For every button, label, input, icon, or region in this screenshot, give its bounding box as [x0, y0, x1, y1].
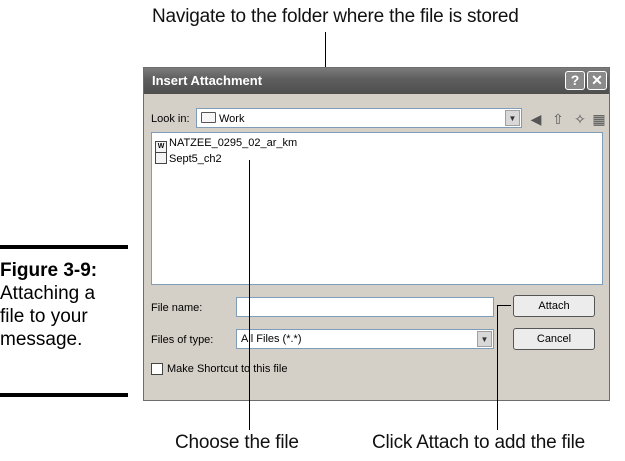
file-name-field[interactable]	[236, 297, 494, 317]
look-in-value: Work	[201, 112, 244, 125]
look-in-folder-name: Work	[219, 113, 245, 125]
insert-attachment-dialog: Insert Attachment ? ✕ Look in: Work ▼ ◀ …	[143, 67, 610, 401]
shortcut-checkbox-label: Make Shortcut to this file	[167, 363, 288, 375]
callout-attach: Click Attach to add the file	[372, 432, 586, 453]
caption-rule-bottom	[0, 393, 128, 397]
back-icon[interactable]: ◀	[526, 109, 546, 129]
dialog-title: Insert Attachment	[152, 73, 263, 88]
leader-line-choose-file	[249, 160, 250, 430]
leader-line-attach	[497, 305, 498, 430]
figure-number: Figure 3-9:	[0, 260, 98, 281]
list-item[interactable]: W NATZEE_0295_02_ar_km	[155, 137, 297, 153]
file-name-label: File name:	[151, 302, 203, 314]
cancel-button[interactable]: Cancel	[513, 328, 595, 350]
shortcut-checkbox[interactable]	[151, 363, 163, 375]
help-button[interactable]: ?	[565, 71, 585, 90]
title-bar: Insert Attachment ? ✕	[144, 68, 609, 94]
up-folder-icon[interactable]: ⇧	[548, 109, 568, 129]
new-folder-icon[interactable]: ✧	[570, 109, 590, 129]
look-in-label: Look in:	[151, 113, 190, 125]
caption-line-2: file to your	[0, 306, 88, 327]
caption-line-1: Attaching a	[0, 283, 96, 304]
chevron-down-icon[interactable]: ▼	[477, 331, 492, 347]
list-item[interactable]: Sept5_ch2	[155, 152, 222, 165]
files-of-type-label: Files of type:	[151, 334, 214, 346]
views-menu-icon[interactable]: ▦	[590, 109, 608, 129]
files-of-type-dropdown[interactable]: All Files (*.*) ▼	[236, 329, 494, 349]
look-in-dropdown[interactable]: Work ▼	[196, 108, 522, 128]
file-name: NATZEE_0295_02_ar_km	[169, 137, 298, 149]
callout-navigate: Navigate to the folder where the file is…	[152, 6, 519, 27]
attach-button[interactable]: Attach	[513, 295, 595, 317]
folder-icon	[201, 112, 216, 123]
caption-line-3: message.	[0, 329, 83, 350]
files-of-type-value: All Files (*.*)	[241, 333, 302, 345]
caption-rule-top	[0, 245, 128, 249]
document-icon	[155, 152, 167, 164]
leader-line-attach-elbow	[497, 305, 511, 306]
close-button[interactable]: ✕	[587, 71, 607, 90]
figure-caption: Figure 3-9: Attaching a file to your mes…	[0, 259, 136, 351]
chevron-down-icon[interactable]: ▼	[505, 110, 520, 126]
file-list[interactable]: W NATZEE_0295_02_ar_km Sept5_ch2	[151, 132, 603, 285]
callout-choose-file: Choose the file	[175, 432, 299, 453]
file-name: Sept5_ch2	[169, 153, 222, 165]
